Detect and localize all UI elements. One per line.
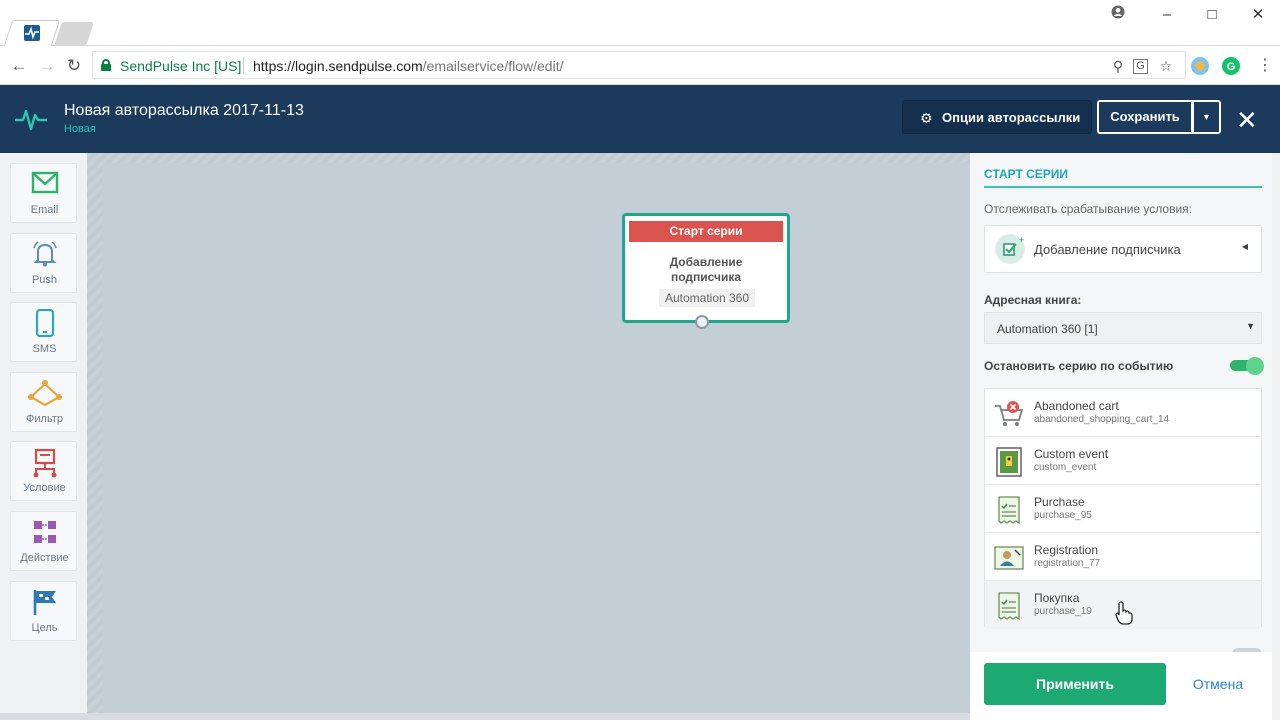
window-close-icon[interactable]: ✕ bbox=[1248, 5, 1268, 25]
condition-icon bbox=[11, 448, 78, 478]
canvas-workspace[interactable] bbox=[103, 163, 970, 713]
start-node[interactable]: Старт серии Добавление подписчика Automa… bbox=[622, 213, 790, 323]
element-toolbar: Email Push SMS Фильтр Условие Действие Ц… bbox=[0, 153, 87, 720]
trigger-select[interactable]: + Добавление подписчика ◀ bbox=[984, 225, 1262, 273]
start-node-output-port[interactable] bbox=[695, 315, 709, 329]
address-bar[interactable]: SendPulse Inc [US] https://login.sendpul… bbox=[92, 51, 1186, 79]
browser-tab-active[interactable] bbox=[3, 20, 61, 46]
panel-title: СТАРТ СЕРИИ bbox=[984, 167, 1069, 181]
canvas-horizontal-scrollbar[interactable] bbox=[0, 713, 970, 720]
bookmark-star-icon[interactable]: ☆ bbox=[1157, 57, 1175, 75]
custom-event-icon bbox=[993, 446, 1025, 478]
chevron-down-icon: ▼ bbox=[1202, 112, 1211, 122]
extension-icon[interactable] bbox=[1191, 57, 1209, 75]
url-text[interactable]: https://login.sendpulse.com/emailservice… bbox=[253, 58, 563, 74]
browser-new-tab[interactable] bbox=[54, 20, 94, 46]
phone-icon bbox=[11, 309, 78, 337]
browser-tabbar: – □ ✕ bbox=[0, 0, 1280, 46]
flow-options-button[interactable]: ⚙ Опции авторассылки bbox=[902, 100, 1092, 134]
reload-icon[interactable]: ↻ bbox=[63, 55, 85, 77]
event-item-abandoned-cart[interactable]: Abandoned cart abandoned_shopping_cart_1… bbox=[985, 389, 1261, 437]
zoom-icon[interactable]: ⚲ bbox=[1109, 57, 1127, 75]
tool-sms[interactable]: SMS bbox=[10, 302, 77, 362]
event-item-custom-event[interactable]: Custom event custom_event bbox=[985, 437, 1261, 485]
sendpulse-favicon-icon bbox=[24, 25, 40, 41]
bell-icon bbox=[11, 240, 78, 268]
profile-icon[interactable] bbox=[1108, 5, 1128, 25]
sendpulse-logo-icon bbox=[14, 103, 48, 138]
event-item-purchase[interactable]: Purchase purchase_95 bbox=[985, 485, 1261, 533]
tool-goal[interactable]: Цель bbox=[10, 581, 77, 641]
app-header: Новая авторассылка 2017-11-13 Новая ⚙ Оп… bbox=[0, 85, 1280, 153]
receipt-icon bbox=[993, 494, 1025, 526]
subscriber-add-icon: + bbox=[995, 234, 1025, 264]
tool-condition[interactable]: Условие bbox=[10, 441, 77, 501]
flow-canvas[interactable] bbox=[87, 153, 970, 713]
apply-button[interactable]: Применить bbox=[984, 663, 1166, 705]
close-editor-icon[interactable]: ✕ bbox=[1236, 107, 1258, 133]
filter-icon bbox=[11, 379, 78, 407]
browser-menu-icon[interactable]: ⋮ bbox=[1254, 55, 1276, 77]
chevron-down-icon: ▼ bbox=[1246, 321, 1255, 331]
save-button[interactable]: Сохранить bbox=[1097, 100, 1193, 134]
tool-action[interactable]: Действие bbox=[10, 511, 77, 571]
svg-text:+: + bbox=[1019, 235, 1024, 245]
tool-email[interactable]: Email bbox=[10, 163, 77, 223]
trigger-value: Добавление подписчика bbox=[1034, 242, 1181, 257]
registration-icon bbox=[993, 542, 1025, 574]
stop-on-event-label: Остановить серию по событию bbox=[984, 359, 1174, 373]
cart-icon bbox=[993, 398, 1025, 430]
maximize-icon[interactable]: □ bbox=[1202, 5, 1222, 25]
lock-icon bbox=[101, 59, 111, 71]
panel-scrollbar[interactable] bbox=[1272, 153, 1280, 720]
svg-text:G: G bbox=[1227, 61, 1236, 73]
event-item-registration[interactable]: Registration registration_77 bbox=[985, 533, 1261, 581]
tool-push[interactable]: Push bbox=[10, 233, 77, 293]
start-node-addressbook-tag: Automation 360 bbox=[659, 289, 755, 307]
action-icon bbox=[11, 518, 78, 546]
address-book-select[interactable]: Automation 360 [1] ▼ bbox=[984, 312, 1262, 344]
forward-icon[interactable]: → bbox=[36, 55, 58, 77]
settings-panel: СТАРТ СЕРИИ Отслеживать срабатывание усл… bbox=[970, 153, 1272, 720]
address-book-label: Адресная книга: bbox=[984, 293, 1082, 307]
chevron-left-icon: ◀ bbox=[1241, 242, 1248, 251]
email-icon bbox=[11, 170, 78, 198]
start-node-header: Старт серии bbox=[629, 221, 783, 242]
browser-toolbar: ← → ↻ SendPulse Inc [US] https://login.s… bbox=[0, 46, 1280, 85]
track-condition-label: Отслеживать срабатывание условия: bbox=[984, 202, 1193, 216]
secure-site-label: SendPulse Inc [US] bbox=[120, 58, 242, 74]
stop-on-event-toggle[interactable] bbox=[1230, 357, 1264, 375]
tool-filter[interactable]: Фильтр bbox=[10, 372, 77, 432]
minimize-icon[interactable]: – bbox=[1157, 5, 1177, 25]
start-node-title: Добавление подписчика bbox=[669, 255, 743, 284]
grammarly-icon[interactable]: G bbox=[1222, 57, 1240, 75]
save-dropdown-button[interactable]: ▼ bbox=[1193, 100, 1221, 134]
flow-title[interactable]: Новая авторассылка 2017-11-13 bbox=[64, 102, 304, 120]
event-list: Abandoned cart abandoned_shopping_cart_1… bbox=[984, 388, 1262, 629]
hand-cursor-icon bbox=[1115, 601, 1133, 630]
back-icon[interactable]: ← bbox=[8, 55, 30, 77]
receipt-icon bbox=[993, 590, 1025, 622]
translate-icon[interactable]: G bbox=[1133, 59, 1148, 74]
flow-status: Новая bbox=[64, 123, 96, 135]
cancel-button[interactable]: Отмена bbox=[1182, 663, 1254, 705]
flag-icon bbox=[11, 588, 78, 616]
gear-icon: ⚙ bbox=[920, 110, 933, 126]
